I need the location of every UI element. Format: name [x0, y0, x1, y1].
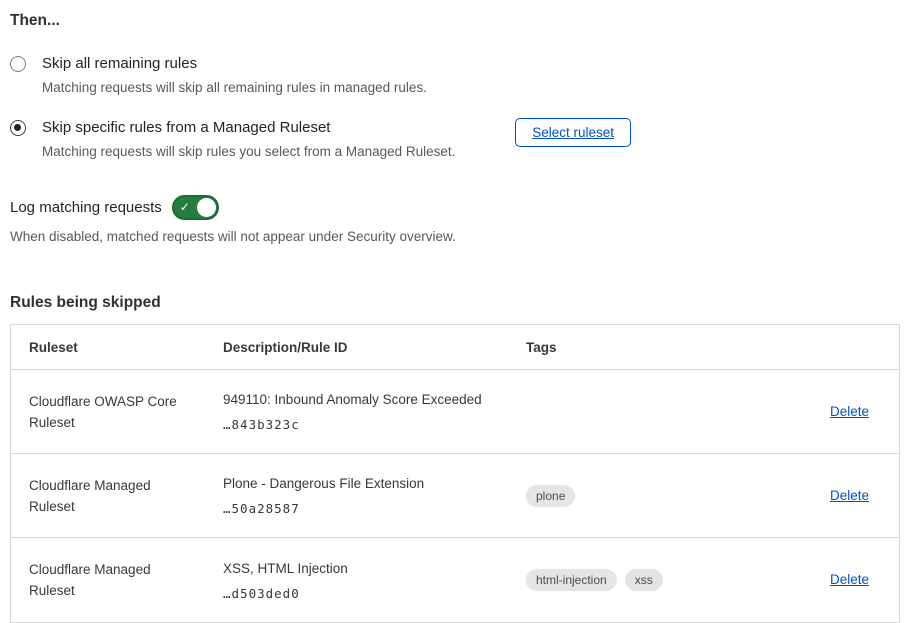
- radio-skip-specific[interactable]: [10, 120, 26, 136]
- option-skip-all-description: Matching requests will skip all remainin…: [42, 79, 901, 96]
- tags-cell: plone: [526, 485, 786, 507]
- option-skip-specific-description: Matching requests will skip rules you se…: [42, 143, 503, 160]
- delete-rule-link[interactable]: Delete: [830, 488, 869, 503]
- column-header-ruleset: Ruleset: [29, 340, 223, 355]
- rule-description: XSS, HTML Injection: [223, 560, 526, 578]
- rule-description: Plone - Dangerous File Extension: [223, 475, 526, 493]
- tags-cell: html-injection xss: [526, 569, 786, 591]
- rules-table-heading: Rules being skipped: [10, 294, 901, 312]
- delete-rule-link[interactable]: Delete: [830, 404, 869, 419]
- option-skip-all: Skip all remaining rules Matching reques…: [10, 54, 901, 96]
- log-requests-toggle[interactable]: ✓: [172, 195, 219, 220]
- log-matching-label: Log matching requests: [10, 199, 162, 216]
- ruleset-name: Cloudflare OWASP Core Ruleset: [29, 391, 223, 433]
- option-skip-all-label[interactable]: Skip all remaining rules: [42, 54, 901, 74]
- rules-table: Ruleset Description/Rule ID Tags Cloudfl…: [10, 324, 900, 623]
- table-header-row: Ruleset Description/Rule ID Tags: [11, 325, 899, 370]
- column-header-tags: Tags: [526, 340, 786, 355]
- tag-badge: html-injection: [526, 569, 617, 591]
- table-row: Cloudflare Managed Ruleset Plone - Dange…: [11, 454, 899, 538]
- ruleset-name: Cloudflare Managed Ruleset: [29, 559, 223, 601]
- radio-skip-all-remaining[interactable]: [10, 56, 26, 72]
- rule-id: …843b323c: [223, 417, 526, 432]
- log-matching-help-text: When disabled, matched requests will not…: [10, 229, 901, 244]
- check-icon: ✓: [180, 199, 190, 216]
- tag-badge: plone: [526, 485, 575, 507]
- option-skip-specific-label[interactable]: Skip specific rules from a Managed Rules…: [42, 118, 503, 138]
- option-skip-specific: Skip specific rules from a Managed Rules…: [10, 118, 901, 160]
- rule-id: …d503ded0: [223, 586, 526, 601]
- table-row: Cloudflare OWASP Core Ruleset 949110: In…: [11, 370, 899, 454]
- ruleset-name: Cloudflare Managed Ruleset: [29, 475, 223, 517]
- select-ruleset-button[interactable]: Select ruleset: [515, 118, 631, 147]
- then-heading: Then...: [10, 12, 901, 30]
- log-matching-row: Log matching requests ✓: [10, 195, 901, 220]
- tag-badge: xss: [625, 569, 663, 591]
- rule-id: …50a28587: [223, 501, 526, 516]
- column-header-description: Description/Rule ID: [223, 340, 526, 355]
- toggle-knob: [197, 198, 216, 217]
- table-row: Cloudflare Managed Ruleset XSS, HTML Inj…: [11, 538, 899, 622]
- rule-description: 949110: Inbound Anomaly Score Exceeded: [223, 391, 526, 409]
- delete-rule-link[interactable]: Delete: [830, 572, 869, 587]
